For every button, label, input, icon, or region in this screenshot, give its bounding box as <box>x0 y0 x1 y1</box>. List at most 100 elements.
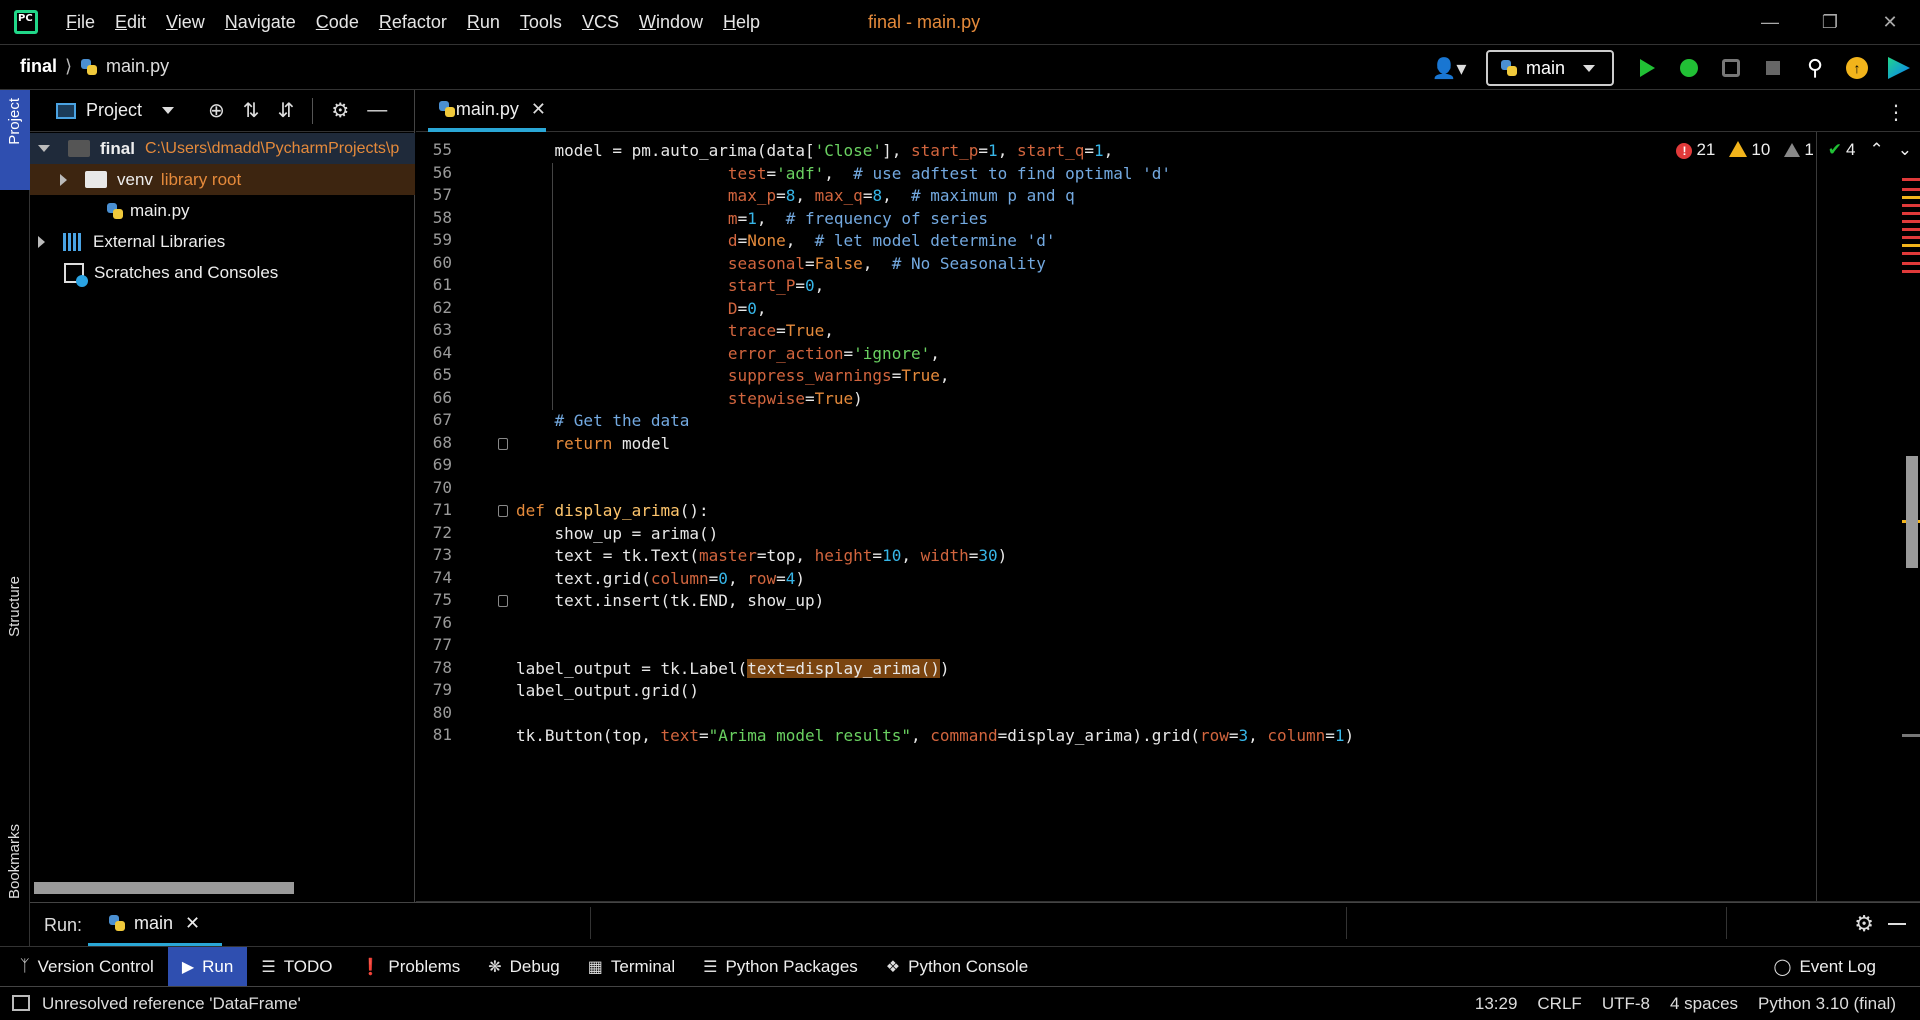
code-line[interactable]: return model <box>516 433 671 455</box>
tool-event-log[interactable]: ◯ Event Log <box>1760 947 1890 987</box>
code-line[interactable]: def display_arima(): <box>516 500 709 522</box>
debug-button[interactable] <box>1668 50 1710 86</box>
inspections-widget[interactable]: ! 21 10 1 ✔ 4 ⌃ ⌄ <box>1676 140 1912 160</box>
tool-problems[interactable]: ❗ Problems <box>347 947 475 987</box>
weak-warnings-count[interactable]: 1 <box>1784 140 1814 160</box>
code-line[interactable]: model = pm.auto_arima(data['Close'], sta… <box>516 140 1114 162</box>
fold-marker-icon[interactable] <box>498 505 508 517</box>
menu-tools[interactable]: Tools <box>510 12 572 33</box>
horizontal-scrollbar[interactable] <box>34 882 294 894</box>
chevron-right-icon[interactable] <box>60 173 67 186</box>
code-line[interactable]: trace=True, <box>516 320 834 342</box>
previous-highlight-icon[interactable]: ⌃ <box>1870 140 1884 160</box>
code-line[interactable]: D=0, <box>516 298 767 320</box>
tree-item-final[interactable]: final C:\Users\dmadd\PycharmProjects\p <box>30 133 415 164</box>
close-tab-icon[interactable]: ✕ <box>531 99 546 120</box>
stripe-structure-label[interactable]: Structure <box>6 576 23 637</box>
code-line[interactable]: text.insert(tk.END, show_up) <box>516 590 825 612</box>
error-stripe-mark[interactable] <box>1902 220 1920 223</box>
gear-icon[interactable]: ⚙ <box>331 98 349 123</box>
indent-setting[interactable]: 4 spaces <box>1670 994 1738 1014</box>
menu-vcs[interactable]: VCS <box>572 12 629 33</box>
code-line[interactable]: show_up = arima() <box>516 523 719 545</box>
error-stripe-mark[interactable] <box>1902 734 1920 737</box>
menu-view[interactable]: View <box>156 12 215 33</box>
error-stripe-mark[interactable] <box>1902 204 1920 207</box>
stripe-bookmarks-label[interactable]: Bookmarks <box>6 824 23 899</box>
tool-python-console[interactable]: ❖ Python Console <box>872 947 1042 987</box>
project-view-select[interactable]: Project <box>56 100 175 121</box>
expand-all-icon[interactable]: ⇅ <box>243 98 260 123</box>
close-window-icon[interactable]: ✕ <box>1860 0 1920 44</box>
code-line[interactable]: tk.Button(top, text="Arima model results… <box>516 725 1354 747</box>
tool-python-packages[interactable]: ☰ Python Packages <box>689 947 872 987</box>
tab-main-py[interactable]: main.py ✕ <box>428 90 546 132</box>
code-line[interactable]: label_output.grid() <box>516 680 699 702</box>
jetbrains-toolbox-button[interactable] <box>1878 50 1920 86</box>
error-stripe-mark[interactable] <box>1902 228 1920 231</box>
caret-position[interactable]: 13:29 <box>1475 994 1518 1014</box>
line-separator[interactable]: CRLF <box>1537 994 1581 1014</box>
menu-edit[interactable]: Edit <box>105 12 156 33</box>
close-tab-icon[interactable]: ✕ <box>185 913 200 934</box>
chevron-right-icon[interactable] <box>38 235 45 248</box>
chevron-down-icon[interactable] <box>38 145 50 152</box>
status-message[interactable]: Unresolved reference 'DataFrame' <box>42 994 301 1014</box>
menu-help[interactable]: Help <box>713 12 770 33</box>
file-encoding[interactable]: UTF-8 <box>1602 994 1650 1014</box>
fold-marker-icon[interactable] <box>498 595 508 607</box>
menu-window[interactable]: Window <box>629 12 713 33</box>
error-stripe-mark[interactable] <box>1902 212 1920 215</box>
breadcrumb-file[interactable]: main.py <box>106 56 169 77</box>
stripe-project-button[interactable]: Project <box>0 90 30 190</box>
menu-code[interactable]: Code <box>306 12 369 33</box>
error-stripe-mark[interactable] <box>1902 244 1920 247</box>
menu-navigate[interactable]: Navigate <box>215 12 306 33</box>
code-line[interactable]: suppress_warnings=True, <box>516 365 950 387</box>
menu-file[interactable]: File <box>56 12 105 33</box>
fold-marker-icon[interactable] <box>498 437 508 450</box>
code-line[interactable]: text = tk.Text(master=top, height=10, wi… <box>516 545 1008 567</box>
code-line[interactable]: m=1, # frequency of series <box>516 208 988 230</box>
error-stripe-mark[interactable] <box>1902 270 1920 273</box>
error-stripe-mark[interactable] <box>1902 236 1920 239</box>
code-line[interactable]: d=None, # let model determine 'd' <box>516 230 1056 252</box>
breadcrumb-project[interactable]: final <box>20 56 57 77</box>
restore-icon[interactable]: ❐ <box>1800 0 1860 44</box>
hide-panel-icon[interactable]: — <box>367 99 387 122</box>
tree-item-scratches[interactable]: Scratches and Consoles <box>30 257 415 288</box>
search-everywhere-button[interactable]: ⚲ <box>1794 50 1836 86</box>
updates-button[interactable]: ↑ <box>1836 50 1878 86</box>
locate-file-icon[interactable]: ⊕ <box>208 98 225 123</box>
code-area[interactable]: model = pm.auto_arima(data['Close'], sta… <box>516 132 1816 902</box>
stop-button[interactable] <box>1752 50 1794 86</box>
toggle-tool-windows-icon[interactable] <box>12 995 30 1011</box>
error-stripe-mark[interactable] <box>1902 252 1920 255</box>
coverage-button[interactable] <box>1710 50 1752 86</box>
run-configuration-select[interactable]: main <box>1486 50 1614 86</box>
code-line[interactable]: stepwise=True) <box>516 388 863 410</box>
error-stripe-mark[interactable] <box>1902 262 1920 265</box>
code-line[interactable]: text.grid(column=0, row=4) <box>516 568 806 590</box>
tool-run[interactable]: ▶ Run <box>167 946 248 987</box>
hide-panel-icon[interactable] <box>1888 923 1906 925</box>
typo-count[interactable]: ✔ 4 <box>1828 140 1856 160</box>
code-line[interactable]: label_output = tk.Label(text=display_ari… <box>516 658 949 680</box>
error-stripe-mark[interactable] <box>1902 178 1920 181</box>
tool-terminal[interactable]: ▦ Terminal <box>574 947 689 987</box>
tree-item-main-py[interactable]: main.py <box>30 195 415 226</box>
collapse-all-icon[interactable]: ⇵ <box>278 98 295 123</box>
tree-item-external-libraries[interactable]: External Libraries <box>30 226 415 257</box>
gear-icon[interactable]: ⚙ <box>1854 911 1874 937</box>
error-stripe-mark[interactable] <box>1902 196 1920 199</box>
python-interpreter[interactable]: Python 3.10 (final) <box>1758 994 1896 1014</box>
minimize-icon[interactable]: — <box>1740 0 1800 44</box>
code-line[interactable]: error_action='ignore', <box>516 343 940 365</box>
more-options-icon[interactable]: ⋮ <box>1886 100 1906 125</box>
vertical-scrollbar[interactable] <box>1906 456 1918 568</box>
tool-todo[interactable]: ☰ TODO <box>247 947 346 987</box>
menu-refactor[interactable]: Refactor <box>369 12 457 33</box>
code-line[interactable]: # Get the data <box>516 410 690 432</box>
code-with-me-icon[interactable]: 👤▾ <box>1424 56 1474 81</box>
menu-run[interactable]: Run <box>457 12 510 33</box>
